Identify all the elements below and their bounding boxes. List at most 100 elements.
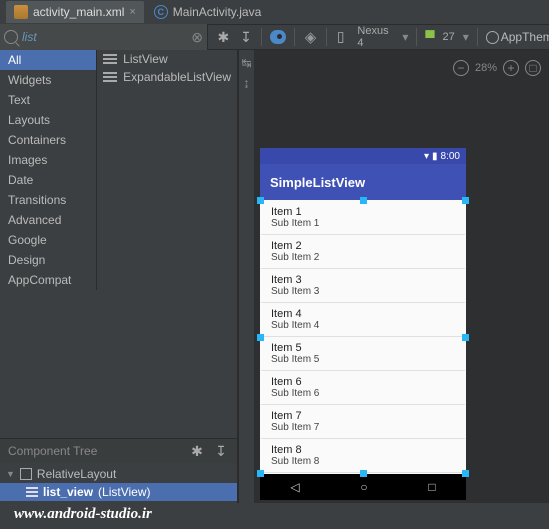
list-item: Item 7Sub Item 7	[261, 405, 465, 439]
home-icon: ○	[360, 480, 367, 494]
app-title: SimpleListView	[270, 175, 365, 190]
category-containers[interactable]: Containers	[0, 130, 96, 150]
category-images[interactable]: Images	[0, 150, 96, 170]
theme-icon	[486, 31, 499, 44]
recents-icon: □	[428, 480, 435, 494]
tab-label: MainActivity.java	[173, 5, 261, 19]
zoom-in-button[interactable]: +	[503, 60, 519, 76]
resize-handle[interactable]	[360, 470, 367, 477]
palette-views: ListView ExpandableListView	[97, 50, 237, 290]
expand-icon[interactable]: ▼	[6, 469, 15, 479]
category-layouts[interactable]: Layouts	[0, 110, 96, 130]
category-google[interactable]: Google	[0, 230, 96, 250]
sort-icon[interactable]	[239, 29, 254, 45]
palette-item-label: ListView	[123, 52, 167, 66]
battery-icon: ▮	[432, 151, 438, 162]
back-icon: ◁	[290, 480, 299, 494]
search-input[interactable]	[22, 30, 191, 44]
palette-item-label: ExpandableListView	[123, 70, 231, 84]
xml-file-icon	[14, 5, 28, 19]
java-file-icon: C	[154, 5, 168, 19]
category-date[interactable]: Date	[0, 170, 96, 190]
separator	[477, 28, 478, 46]
resize-handle[interactable]	[257, 470, 264, 477]
list-item: Item 2Sub Item 2	[261, 235, 465, 269]
category-design[interactable]: Design	[0, 250, 96, 270]
separator	[261, 28, 262, 46]
category-transitions[interactable]: Transitions	[0, 190, 96, 210]
zoom-controls: − 28% + □	[453, 60, 541, 76]
palette-item-expandablelistview[interactable]: ExpandableListView	[97, 68, 237, 86]
palette-item-listview[interactable]: ListView	[97, 50, 237, 68]
separator	[294, 28, 295, 46]
zoom-level: 28%	[475, 62, 497, 74]
resize-handle[interactable]	[257, 334, 264, 341]
component-tree-panel: Component Tree ▼ RelativeLayout list_vie…	[0, 438, 237, 503]
device-selector[interactable]: Nexus 4	[357, 25, 394, 49]
separator	[416, 28, 417, 46]
palette-categories: All Widgets Text Layouts Containers Imag…	[0, 50, 97, 290]
preview-nav-bar: ◁ ○ □	[260, 474, 466, 500]
editor-tabs: activity_main.xml × C MainActivity.java	[0, 0, 549, 24]
zoom-out-button[interactable]: −	[453, 60, 469, 76]
tab-main-activity[interactable]: C MainActivity.java	[146, 1, 269, 23]
tree-node-listview[interactable]: list_view (ListView)	[0, 483, 237, 501]
expandablelistview-icon	[103, 72, 117, 82]
list-item: Item 8Sub Item 8	[261, 439, 465, 473]
tree-node-label: RelativeLayout	[37, 467, 116, 481]
close-icon[interactable]: ×	[129, 6, 135, 18]
palette-search[interactable]: ⊗	[0, 24, 208, 50]
alignment-gutter: ↹ ↨	[238, 50, 254, 503]
eye-icon[interactable]	[270, 29, 286, 45]
relativelayout-icon	[20, 468, 32, 480]
palette-panel: All Widgets Text Layouts Containers Imag…	[0, 50, 238, 503]
resize-handle[interactable]	[462, 334, 469, 341]
align-vertical-icon[interactable]: ↨	[244, 76, 250, 90]
align-horizontal-icon[interactable]: ↹	[241, 56, 251, 70]
list-item: Item 4Sub Item 4	[261, 303, 465, 337]
clock-label: 8:00	[441, 151, 460, 162]
tab-activity-main[interactable]: activity_main.xml ×	[6, 1, 144, 23]
design-toolbar: Nexus 4 ▾ ▀ 27 ▾ AppThem	[208, 25, 549, 49]
orientation-icon[interactable]	[303, 29, 318, 45]
theme-selector[interactable]: AppThem	[486, 30, 549, 44]
component-tree-title: Component Tree	[8, 444, 181, 458]
gear-icon[interactable]	[216, 29, 231, 45]
resize-handle[interactable]	[462, 470, 469, 477]
category-advanced[interactable]: Advanced	[0, 210, 96, 230]
category-text[interactable]: Text	[0, 90, 96, 110]
preview-app-bar: SimpleListView	[260, 164, 466, 200]
toolbar-row: ⊗ Nexus 4 ▾ ▀ 27 ▾ AppThem	[0, 24, 549, 50]
tree-node-type: (ListView)	[98, 485, 150, 499]
category-all[interactable]: All	[0, 50, 96, 70]
main-area: All Widgets Text Layouts Containers Imag…	[0, 50, 549, 503]
android-icon: ▀	[425, 30, 434, 45]
preview-listview[interactable]: Item 1Sub Item 1 Item 2Sub Item 2 Item 3…	[260, 200, 466, 474]
api-selector[interactable]: 27	[443, 31, 455, 43]
device-icon[interactable]	[335, 29, 350, 45]
tree-node-relativelayout[interactable]: ▼ RelativeLayout	[0, 465, 237, 483]
device-preview[interactable]: ▾ ▮ 8:00 SimpleListView Item 1Sub Item 1…	[260, 148, 466, 500]
preview-status-bar: ▾ ▮ 8:00	[260, 148, 466, 164]
search-icon	[4, 30, 18, 44]
listview-icon	[103, 54, 117, 64]
category-widgets[interactable]: Widgets	[0, 70, 96, 90]
tree-node-id: list_view	[43, 485, 93, 499]
gear-icon[interactable]	[189, 443, 205, 459]
list-item: Item 1Sub Item 1	[261, 201, 465, 235]
clear-icon[interactable]: ⊗	[191, 29, 203, 46]
tab-label: activity_main.xml	[33, 5, 124, 19]
resize-handle[interactable]	[257, 197, 264, 204]
resize-handle[interactable]	[462, 197, 469, 204]
design-surface[interactable]: − 28% + □ ▾ ▮ 8:00 SimpleListView Item 1…	[254, 50, 549, 503]
list-item: Item 3Sub Item 3	[261, 269, 465, 303]
category-appcompat[interactable]: AppCompat	[0, 270, 96, 290]
listview-icon	[26, 487, 38, 497]
resize-handle[interactable]	[360, 197, 367, 204]
zoom-box-icon[interactable]: □	[525, 60, 541, 76]
wifi-icon: ▾	[424, 151, 429, 162]
theme-label: AppThem	[501, 30, 549, 44]
separator	[326, 28, 327, 46]
sort-icon[interactable]	[213, 443, 229, 459]
list-item: Item 5Sub Item 5	[261, 337, 465, 371]
